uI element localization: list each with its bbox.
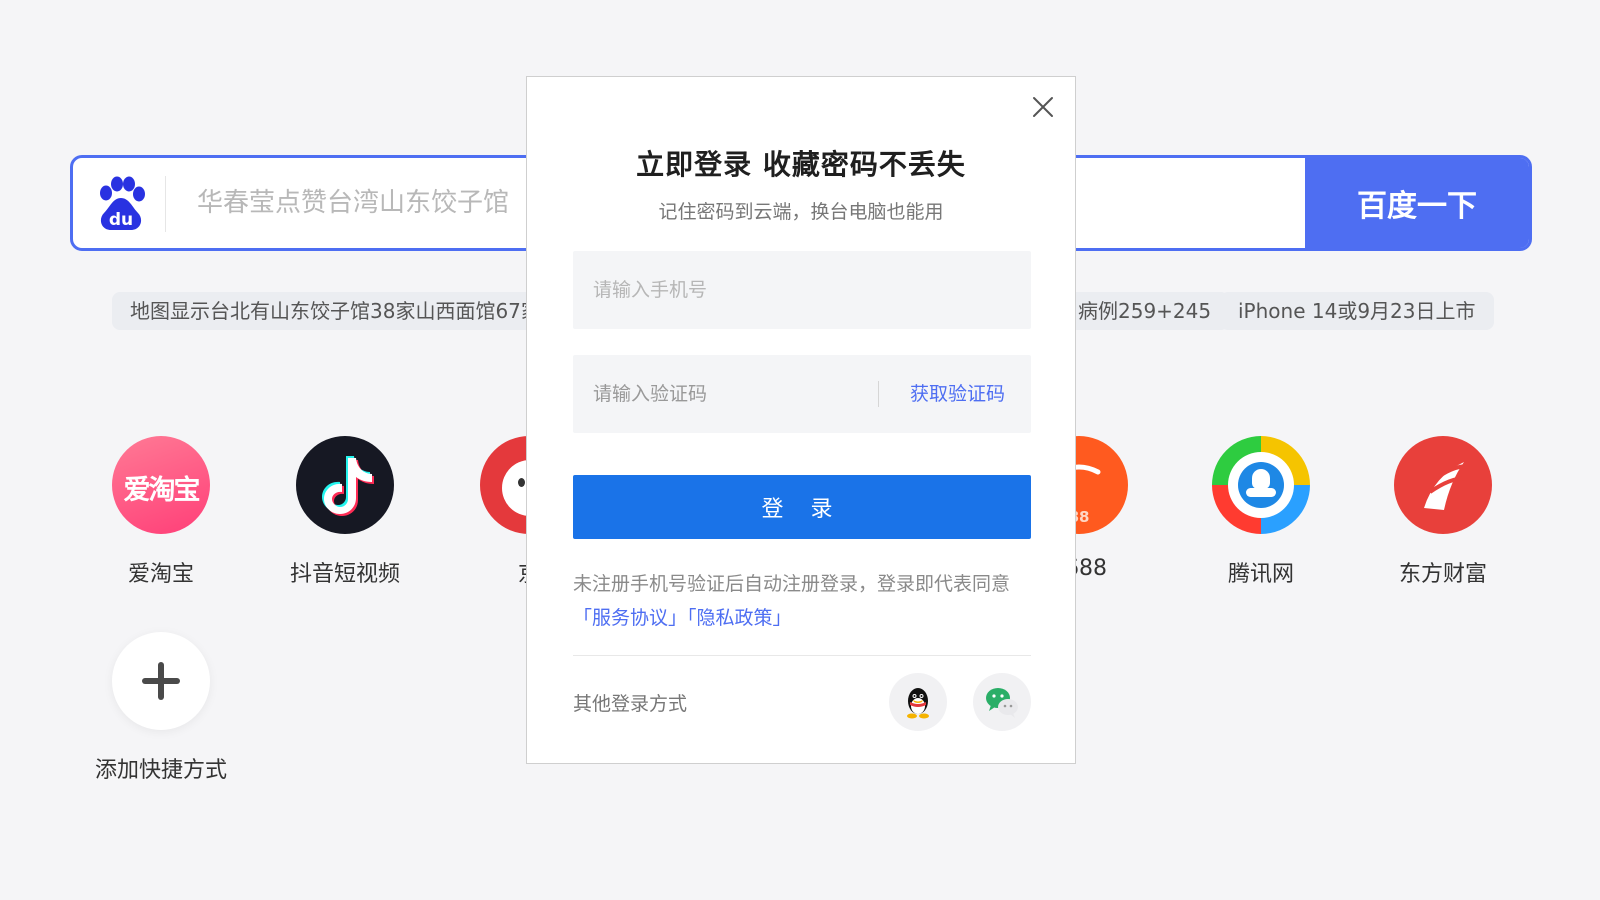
qq-login-button[interactable] xyxy=(889,673,947,731)
agreement-text: 未注册手机号验证后自动注册登录，登录即代表同意 「服务协议」「隐私政策」 xyxy=(573,567,1043,635)
login-button[interactable]: 登 录 xyxy=(573,475,1031,539)
shortcut-add[interactable]: 添加快捷方式 xyxy=(76,632,246,784)
shortcut-eastmoney[interactable]: 东方财富 xyxy=(1358,436,1528,588)
eastmoney-icon xyxy=(1394,436,1492,534)
other-login-label: 其他登录方式 xyxy=(573,693,688,715)
plus-icon xyxy=(112,632,210,730)
agreement-statement: 未注册手机号验证后自动注册登录，登录即代表同意 xyxy=(573,573,1011,595)
shortcut-label: 腾讯网 xyxy=(1227,562,1294,587)
login-modal: 立即登录 收藏密码不丢失 记住密码到云端，换台电脑也能用 获取验证码 登 录 未… xyxy=(526,76,1076,764)
code-field: 获取验证码 xyxy=(573,355,1031,433)
hot-search-item[interactable]: 病例259+245 xyxy=(1060,292,1230,330)
search-button[interactable]: 百度一下 xyxy=(1305,158,1529,248)
logo-separator xyxy=(165,176,166,232)
shortcut-douyin[interactable]: 抖音短视频 xyxy=(260,436,430,588)
divider xyxy=(573,655,1031,656)
privacy-policy-link[interactable]: 「隐私政策」 xyxy=(687,607,792,629)
phone-field xyxy=(573,251,1031,329)
qq-icon xyxy=(907,688,929,719)
shortcut-label: 东方财富 xyxy=(1398,562,1487,587)
shortcut-aitaobao[interactable]: 爱淘宝 爱淘宝 xyxy=(76,436,246,588)
get-code-button[interactable]: 获取验证码 xyxy=(910,355,1005,433)
aitaobao-icon: 爱淘宝 xyxy=(112,436,210,534)
wechat-login-button[interactable] xyxy=(973,673,1031,731)
tencent-news-icon xyxy=(1212,436,1310,534)
close-icon[interactable] xyxy=(1029,93,1057,121)
hot-search-item[interactable]: iPhone 14或9月23日上市 xyxy=(1220,292,1494,330)
phone-input[interactable] xyxy=(593,251,1013,329)
code-field-separator xyxy=(878,381,879,407)
shortcut-tencent[interactable]: 腾讯网 xyxy=(1176,436,1346,588)
modal-subtitle: 记住密码到云端，换台电脑也能用 xyxy=(658,201,944,223)
wechat-icon xyxy=(986,688,1018,718)
svg-text:du: du xyxy=(109,210,133,230)
douyin-icon xyxy=(296,436,394,534)
hot-search-item[interactable]: 地图显示台北有山东饺子馆38家山西面馆67家 xyxy=(112,292,559,330)
baidu-logo-icon[interactable]: du xyxy=(91,174,151,234)
modal-title: 立即登录 收藏密码不丢失 xyxy=(636,148,966,181)
service-agreement-link[interactable]: 「服务协议」 xyxy=(573,607,687,629)
aitaobao-icon-text: 爱淘宝 xyxy=(123,475,201,506)
shortcut-label: 抖音短视频 xyxy=(289,562,400,587)
shortcut-label: 爱淘宝 xyxy=(127,562,194,587)
shortcut-label: 添加快捷方式 xyxy=(94,758,227,783)
verification-code-input[interactable] xyxy=(593,355,863,433)
